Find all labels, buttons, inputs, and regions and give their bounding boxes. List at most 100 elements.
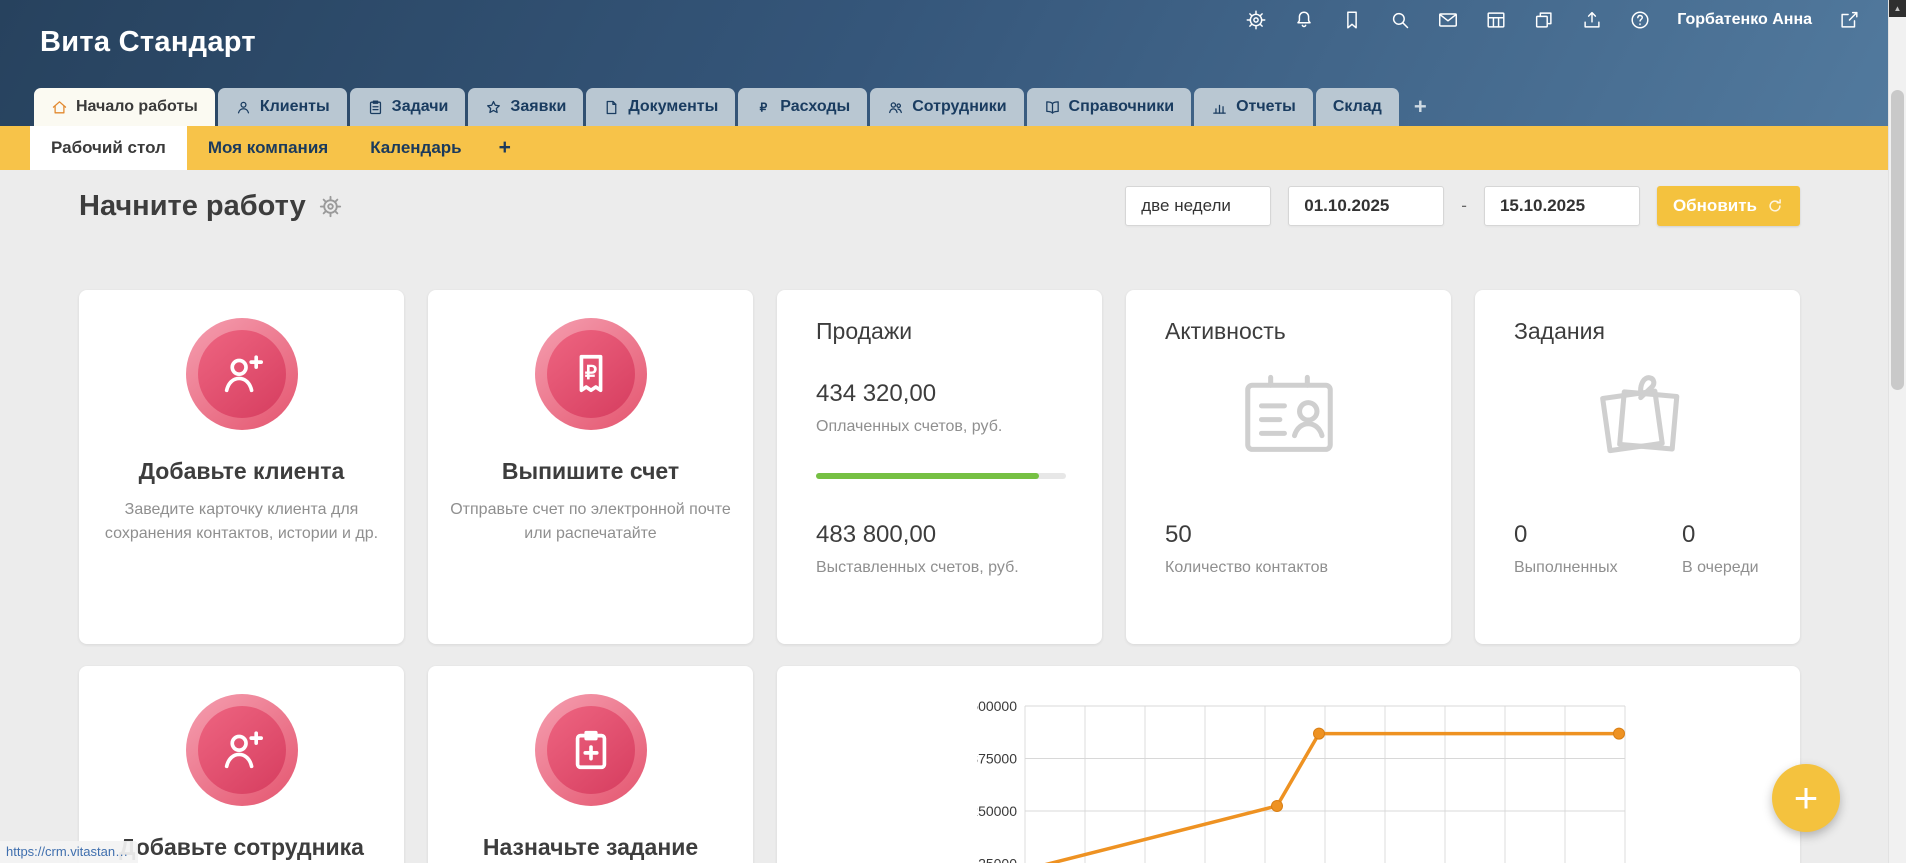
cards-row-1: Добавьте клиента Заведите карточку клиен… [79, 290, 1800, 644]
refresh-button-label: Обновить [1673, 196, 1757, 216]
clipboard-plus-icon [547, 706, 635, 794]
tab-label: Начало работы [76, 98, 198, 116]
tab-zayavki[interactable]: Заявки [468, 88, 583, 126]
tasks-queue-value: 0 [1682, 521, 1695, 549]
home-icon [51, 99, 68, 116]
cards-row-2: Добавьте сотрудника Назначьте задание 50… [79, 666, 1800, 863]
card-title: Продажи [816, 318, 912, 345]
add-client-icon-ring [186, 318, 298, 430]
tab-spravochniki[interactable]: Справочники [1027, 88, 1192, 126]
sales-chart: 500000375000250000125000 [977, 692, 1637, 863]
card-title: Активность [1165, 318, 1286, 345]
activity-contacts-value: 50 [1165, 521, 1192, 549]
card-title: Задания [1514, 318, 1605, 345]
tab-label: Справочники [1069, 98, 1175, 116]
create-invoice-card[interactable]: ₽ Выпишите счет Отправьте счет по электр… [428, 290, 753, 644]
card-title: Выпишите счет [428, 458, 753, 485]
sales-progress-track [816, 473, 1066, 479]
app-header: Вита Стандарт [0, 0, 1906, 126]
scroll-up-arrow-icon[interactable]: ▲ [1889, 0, 1906, 17]
tab-label: Документы [628, 98, 718, 116]
page-settings-gear-icon[interactable] [318, 194, 343, 219]
scrollbar[interactable]: ▲ [1888, 0, 1906, 863]
add-employee-icon-ring [186, 694, 298, 806]
sticky-notes-icon [1583, 360, 1693, 470]
help-icon[interactable] [1629, 9, 1651, 31]
activity-card: Активность 50 Количество контактов [1126, 290, 1451, 644]
svg-text:125000: 125000 [977, 856, 1017, 863]
card-title: Назначьте задание [428, 834, 753, 861]
tab-raskhody[interactable]: ₽ Расходы [738, 88, 867, 126]
scrollbar-thumb[interactable] [1891, 90, 1904, 390]
document-icon [603, 99, 620, 116]
tab-dokumenty[interactable]: Документы [586, 88, 735, 126]
assign-task-card[interactable]: Назначьте задание [428, 666, 753, 863]
tasks-queue-label: В очереди [1682, 559, 1759, 577]
main-tabs: Начало работы Клиенты Задачи Заявки Доку… [34, 88, 1439, 126]
bookmark-icon[interactable] [1341, 9, 1363, 31]
settings-icon[interactable] [1245, 9, 1267, 31]
tab-label: Склад [1333, 98, 1382, 116]
calendar-icon[interactable] [1485, 9, 1507, 31]
sales-card: Продажи 434 320,00 Оплаченных счетов, ру… [777, 290, 1102, 644]
person-icon [235, 99, 252, 116]
date-from-input[interactable]: 01.10.2025 [1288, 186, 1444, 226]
tasks-done-value: 0 [1514, 521, 1527, 549]
tab-otchety[interactable]: Отчеты [1194, 88, 1313, 126]
subtab-rabochiy-stol[interactable]: Рабочий стол [30, 126, 187, 170]
contact-card-icon [1234, 360, 1344, 470]
external-link-icon[interactable] [1838, 9, 1860, 31]
book-icon [1044, 99, 1061, 116]
period-controls: две недели 01.10.2025 - 15.10.2025 Обнов… [1125, 186, 1800, 226]
tab-label: Сотрудники [912, 98, 1006, 116]
notifications-icon[interactable] [1293, 9, 1315, 31]
period-select[interactable]: две недели [1125, 186, 1271, 226]
sales-chart-card: 500000375000250000125000 [777, 666, 1800, 863]
add-subtab-button[interactable]: + [483, 126, 527, 170]
chart-icon [1211, 99, 1228, 116]
line-chart: 500000375000250000125000 [977, 692, 1637, 863]
add-employee-card[interactable]: Добавьте сотрудника [79, 666, 404, 863]
tasks-done-label: Выполненных [1514, 559, 1618, 577]
tab-label: Отчеты [1236, 98, 1296, 116]
person-plus-icon [198, 330, 286, 418]
add-tab-button[interactable]: + [1402, 88, 1439, 126]
subtab-kalendar[interactable]: Календарь [349, 126, 482, 170]
tasks-card: Задания 0 Выполненных 0 В очереди [1475, 290, 1800, 644]
user-name[interactable]: Горбатенко Анна [1677, 11, 1812, 29]
subtab-moya-kompaniya[interactable]: Моя компания [187, 126, 349, 170]
card-description: Заведите карточку клиента для сохранения… [96, 498, 388, 546]
tab-nachalo-raboty[interactable]: Начало работы [34, 88, 215, 126]
tab-klienty[interactable]: Клиенты [218, 88, 347, 126]
refresh-button[interactable]: Обновить [1657, 186, 1800, 226]
assign-task-icon-ring [535, 694, 647, 806]
mail-icon[interactable] [1437, 9, 1459, 31]
status-link: https://crm.vitastan… [0, 841, 138, 863]
activity-contacts-label: Количество контактов [1165, 559, 1328, 577]
sales-progress-fill [816, 473, 1039, 479]
tab-label: Заявки [510, 98, 566, 116]
date-to-input[interactable]: 15.10.2025 [1484, 186, 1640, 226]
fab-add-button[interactable]: + [1772, 764, 1840, 832]
card-description: Отправьте счет по электронной почте или … [445, 498, 737, 546]
tab-zadachi[interactable]: Задачи [350, 88, 466, 126]
tab-sklad[interactable]: Склад [1316, 88, 1399, 126]
ruble-icon: ₽ [755, 99, 772, 116]
search-icon[interactable] [1389, 9, 1411, 31]
content: Начните работу две недели 01.10.2025 - 1… [0, 170, 1888, 863]
sales-paid-value: 434 320,00 [816, 380, 936, 408]
workspace-tabs: Рабочий стол Моя компания Календарь + [0, 126, 1906, 170]
tab-sotrudniki[interactable]: Сотрудники [870, 88, 1023, 126]
people-icon [887, 99, 904, 116]
add-client-card[interactable]: Добавьте клиента Заведите карточку клиен… [79, 290, 404, 644]
topbar: Вита Стандарт [0, 0, 1906, 88]
create-invoice-icon-ring: ₽ [535, 318, 647, 430]
tab-label: Клиенты [260, 98, 330, 116]
svg-text:₽: ₽ [760, 100, 768, 114]
tab-label: Расходы [780, 98, 850, 116]
windows-icon[interactable] [1533, 9, 1555, 31]
sales-issued-label: Выставленных счетов, руб. [816, 559, 1019, 577]
svg-text:250000: 250000 [977, 803, 1017, 819]
app-title: Вита Стандарт [40, 26, 256, 59]
upload-icon[interactable] [1581, 9, 1603, 31]
